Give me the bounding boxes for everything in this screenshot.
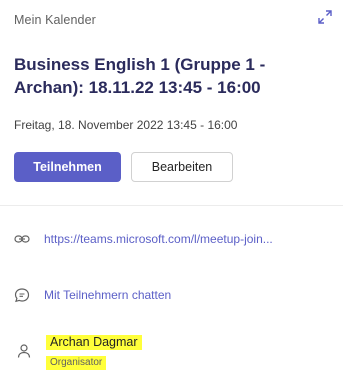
- meeting-link[interactable]: https://teams.microsoft.com/l/meetup-joi…: [44, 232, 273, 246]
- chat-with-participants[interactable]: Mit Teilnehmern chatten: [44, 288, 171, 302]
- join-button[interactable]: Teilnehmen: [14, 152, 121, 182]
- organizer-role: Organisator: [46, 356, 107, 370]
- meeting-datetime: Freitag, 18. November 2022 13:45 - 16:00: [14, 118, 238, 132]
- meeting-link-row[interactable]: https://teams.microsoft.com/l/meetup-joi…: [14, 229, 333, 249]
- chat-row[interactable]: Mit Teilnehmern chatten: [14, 285, 333, 305]
- chat-icon: [14, 287, 30, 303]
- edit-button[interactable]: Bearbeiten: [131, 152, 233, 182]
- link-icon: [14, 231, 30, 247]
- calendar-label: Mein Kalender: [14, 13, 96, 27]
- organizer-name: Archan Dagmar: [46, 335, 142, 350]
- expand-icon[interactable]: [317, 9, 333, 25]
- meeting-title: Business English 1 (Gruppe 1 - Archan): …: [14, 55, 266, 97]
- card-header: Mein Kalender: [14, 9, 333, 31]
- meeting-card: Mein Kalender Business English 1 (Gruppe…: [0, 0, 343, 374]
- divider: [0, 205, 343, 206]
- person-icon: [16, 343, 32, 359]
